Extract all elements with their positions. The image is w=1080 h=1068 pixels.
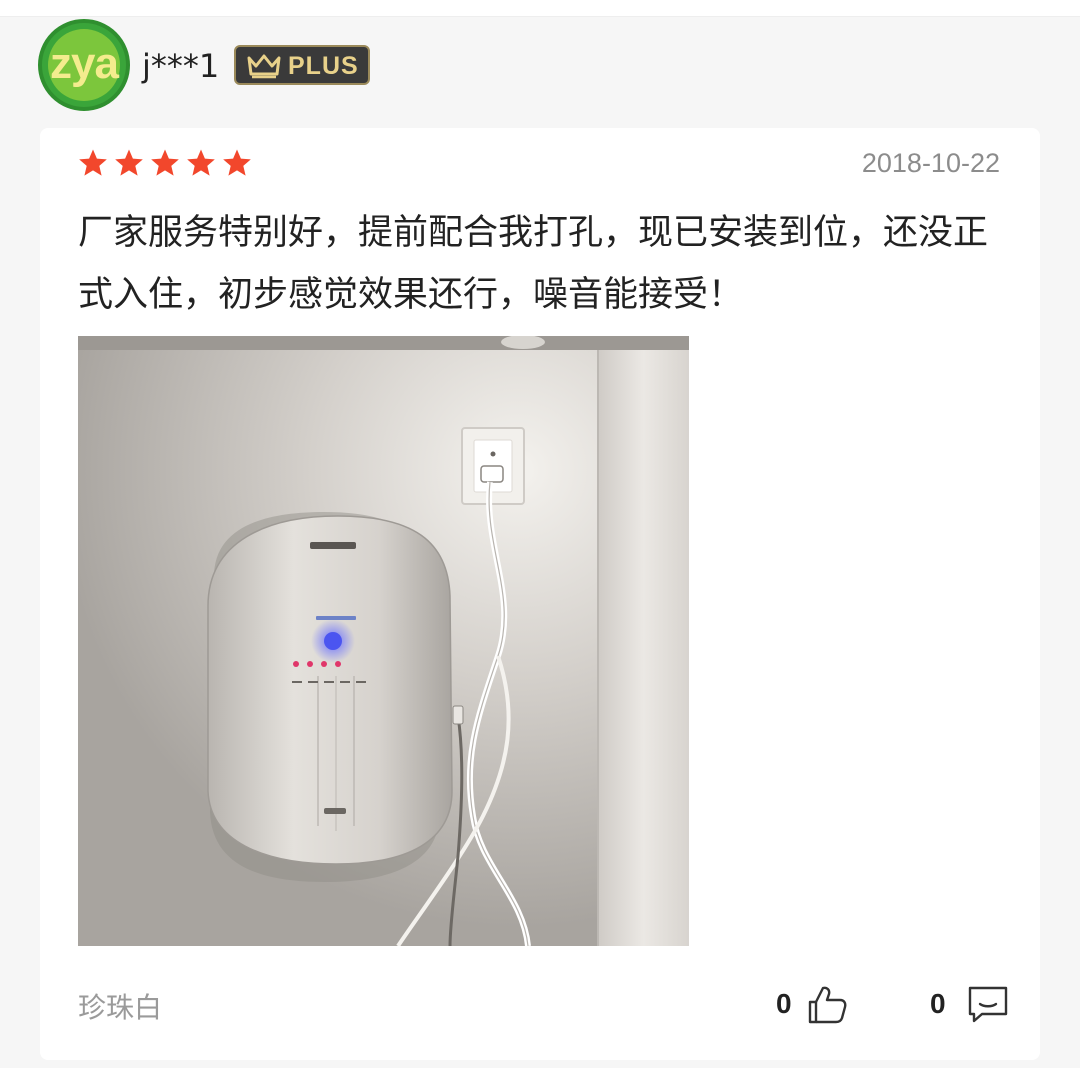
avatar[interactable]: zya [38,19,130,111]
review-card: 2018-10-22 厂家服务特别好，提前配合我打孔，现已安装到位，还没正式入住… [40,128,1040,1060]
username[interactable]: j***1 [142,47,219,85]
like-count: 0 [776,988,792,1019]
comment-count: 0 [930,988,946,1019]
review-text: 厂家服务特别好，提前配合我打孔，现已安装到位，还没正式入住，初步感觉效果还行，噪… [78,213,989,315]
star-icon [151,149,179,176]
water-heater-photo-image [78,336,689,946]
thumbs-up-icon[interactable] [804,982,848,1026]
product-variant-label: 珍珠白 [78,991,163,1024]
star-rating [78,148,258,182]
star-icon [223,149,251,176]
plus-member-badge: PLUS [234,45,370,85]
avatar-text: zya [50,39,119,88]
star-icon [187,149,215,176]
plus-badge-label: PLUS [288,52,359,80]
review-header: zya j***1 PLUS [0,17,1080,117]
crown-icon [247,54,281,79]
star-icon [79,149,107,176]
star-icon [115,149,143,176]
top-divider-strip [0,0,1080,17]
comment-icon[interactable] [966,984,1010,1024]
review-photo[interactable] [78,336,689,946]
review-date: 2018-10-22 [861,148,1000,178]
